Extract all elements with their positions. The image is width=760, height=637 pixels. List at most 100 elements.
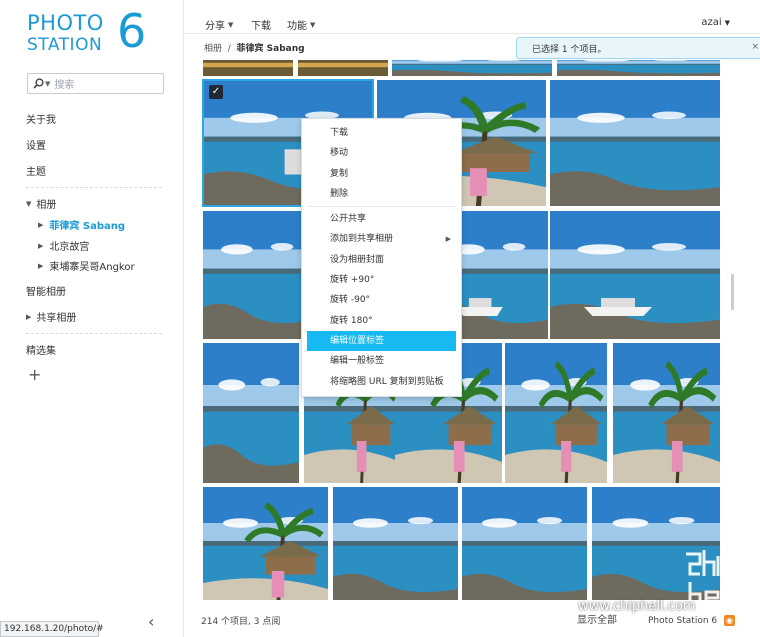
menu-item-rotate-minus-90[interactable]: 旋转 -90°	[302, 290, 461, 310]
photo-thumbnail[interactable]	[550, 80, 720, 206]
scrollbar[interactable]	[731, 274, 734, 310]
share-label: 分享	[205, 21, 225, 32]
breadcrumb-current: 菲律宾 Sabang	[236, 44, 305, 54]
menu-item-label: 移动	[330, 148, 349, 159]
breadcrumb-separator: /	[227, 44, 231, 54]
menu-item-label: 将缩略图 URL 复制到剪贴板	[330, 376, 444, 387]
menu-item-rotate-180[interactable]: 旋转 180°	[302, 311, 461, 331]
menu-item-label: 编辑一般标签	[330, 356, 385, 367]
menu-item-download[interactable]: 下载	[302, 123, 461, 143]
photo-thumbnail[interactable]	[392, 60, 552, 76]
expand-right-icon: ▶	[26, 312, 32, 321]
add-icon[interactable]: +	[28, 365, 41, 384]
menu-item-label: 删除	[330, 188, 349, 199]
sidebar-divider	[26, 187, 162, 188]
photo-thumbnail[interactable]	[613, 343, 720, 483]
rss-icon[interactable]: ◉	[724, 615, 735, 626]
menu-item-edit-location-tag[interactable]: 编辑位置标签	[307, 330, 456, 352]
footer-brand: Photo Station 6	[648, 616, 718, 626]
chevron-down-icon: ▼	[310, 20, 316, 29]
albums-label: 相册	[36, 200, 57, 211]
photo-thumbnail[interactable]	[298, 60, 388, 76]
photo-thumbnail[interactable]	[505, 343, 607, 483]
topbar: 分享 ▼ 下载 功能 ▼ azai ▼ 相册 / 菲律宾 Sabang 已选择 …	[185, 0, 760, 60]
watermark-text: www.chiphell.com	[578, 599, 696, 614]
sidebar-item-shared-album[interactable]: ▶ 共享相册	[26, 309, 77, 325]
breadcrumb-root[interactable]: 相册	[204, 44, 222, 54]
menu-item-set-album-cover[interactable]: 设为相册封面	[302, 250, 461, 270]
function-menu-button[interactable]: 功能 ▼	[287, 17, 316, 33]
menu-item-label: 复制	[330, 168, 349, 179]
user-menu[interactable]: azai ▼	[701, 17, 730, 28]
photo-thumbnail[interactable]	[557, 60, 720, 76]
album-label: 北京故宫	[49, 242, 90, 253]
album-label: 柬埔寨吴哥Angkor	[49, 262, 135, 273]
menu-item-label: 旋转 -90°	[330, 295, 371, 306]
photo-thumbnail[interactable]	[203, 343, 299, 483]
expand-right-icon: ▶	[38, 220, 44, 229]
logo-line2: STATION	[27, 35, 103, 55]
menu-item-public-share[interactable]: 公开共享	[302, 209, 461, 229]
album-item-beijing[interactable]: ▶ 北京故宫	[38, 238, 90, 254]
search-placeholder: 搜索	[54, 80, 75, 91]
photo-thumbnail[interactable]	[203, 487, 328, 600]
selection-notification: 已选择 1 个项目。 ×	[516, 37, 760, 59]
sidebar-item-settings[interactable]: 设置	[26, 137, 46, 152]
menu-item-delete[interactable]: 删除	[302, 184, 461, 204]
menu-item-label: 旋转 180°	[330, 315, 373, 326]
menu-item-copy[interactable]: 复制	[302, 164, 461, 184]
sidebar: PHOTO STATION 6 ▼ 搜索 关于我 设置 主题 ▼ 相册 ▶ 菲律…	[0, 0, 184, 637]
photo-thumbnail[interactable]	[333, 487, 458, 600]
breadcrumb: 相册 / 菲律宾 Sabang	[204, 41, 305, 54]
logo-version: 6	[117, 4, 147, 58]
menu-item-label: 下载	[330, 128, 349, 138]
menu-item-label: 编辑位置标签	[330, 335, 385, 346]
menu-divider	[308, 206, 455, 208]
album-item-sabang[interactable]: ▶ 菲律宾 Sabang	[38, 217, 126, 233]
shared-album-label: 共享相册	[36, 313, 77, 324]
function-label: 功能	[287, 21, 307, 32]
share-menu-button[interactable]: 分享 ▼	[205, 17, 233, 33]
topbar-divider	[185, 33, 760, 34]
sidebar-divider	[26, 333, 162, 334]
context-menu: 下载 移动 复制 删除 公开共享 添加到共享相册 ▶ 设为相册封面 旋转 +90°…	[301, 118, 462, 397]
photo-station-logo: PHOTO STATION 6	[25, 6, 155, 60]
sidebar-item-albums[interactable]: ▼ 相册	[26, 196, 57, 212]
search-dropdown-icon[interactable]: ▼	[45, 80, 50, 88]
menu-item-copy-thumbnail-url[interactable]: 将缩略图 URL 复制到剪贴板	[302, 372, 461, 392]
menu-item-label: 旋转 +90°	[330, 275, 375, 286]
notification-text: 已选择 1 个项目。	[532, 45, 607, 55]
close-icon[interactable]: ×	[751, 42, 759, 52]
menu-item-label: 添加到共享相册	[330, 234, 394, 245]
item-count: 214 个项目, 3 点阅	[201, 617, 281, 627]
menu-item-edit-general-tag[interactable]: 编辑一般标签	[302, 351, 461, 371]
photo-thumbnail[interactable]	[203, 60, 293, 76]
expand-right-icon: ▶	[38, 241, 44, 250]
menu-item-label: 设为相册封面	[330, 254, 385, 265]
menu-item-move[interactable]: 移动	[302, 143, 461, 163]
photo-thumbnail[interactable]	[462, 487, 587, 600]
checkmark-icon[interactable]: ✓	[209, 85, 223, 99]
sidebar-item-theme[interactable]: 主题	[26, 163, 46, 178]
photo-thumbnail[interactable]	[550, 211, 720, 339]
search-input[interactable]: ▼ 搜索	[27, 73, 164, 94]
photo-thumbnail[interactable]	[203, 211, 316, 339]
sidebar-item-about[interactable]: 关于我	[26, 111, 56, 126]
menu-item-rotate-plus-90[interactable]: 旋转 +90°	[302, 270, 461, 290]
status-url: 192.168.1.20/photo/#	[0, 621, 104, 637]
chevron-down-icon: ▼	[724, 18, 730, 27]
menu-item-add-to-shared-album[interactable]: 添加到共享相册 ▶	[302, 229, 461, 249]
expand-right-icon: ▶	[38, 261, 44, 270]
download-button[interactable]: 下载	[251, 17, 271, 32]
collapse-sidebar-icon[interactable]: ‹	[148, 612, 154, 631]
logo-line1: PHOTO	[27, 11, 104, 35]
submenu-arrow-icon: ▶	[445, 235, 451, 244]
username: azai	[701, 17, 722, 28]
sidebar-item-smart-album[interactable]: 智能相册	[26, 283, 66, 298]
album-label: 菲律宾 Sabang	[49, 221, 126, 232]
expand-down-icon: ▼	[26, 199, 32, 208]
album-item-angkor[interactable]: ▶ 柬埔寨吴哥Angkor	[38, 258, 135, 274]
menu-item-label: 公开共享	[330, 214, 367, 225]
sidebar-item-featured[interactable]: 精选集	[26, 342, 56, 357]
search-icon	[33, 78, 44, 89]
